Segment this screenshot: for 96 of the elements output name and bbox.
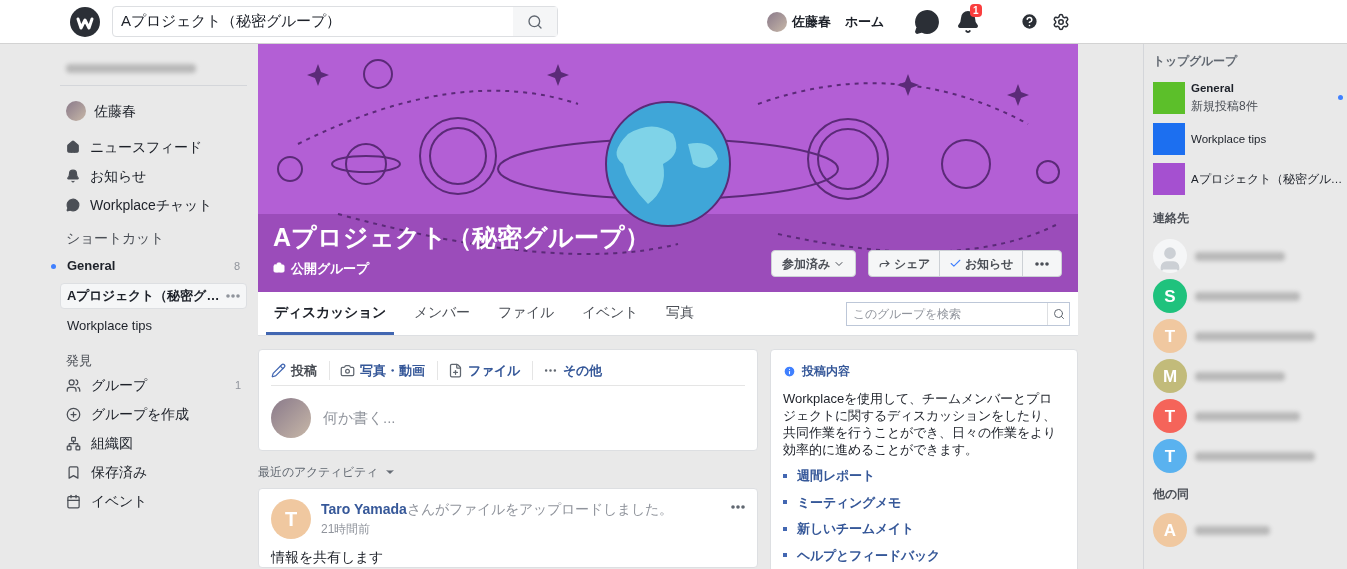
calendar-icon <box>66 494 81 509</box>
file-plus-icon <box>448 363 463 378</box>
composer-tab[interactable]: 写真・動画 <box>340 360 438 381</box>
info-icon <box>783 364 796 378</box>
count: 1 <box>234 378 242 394</box>
count: 8 <box>233 258 240 274</box>
search-field[interactable]: Aプロジェクト（秘密グループ） <box>112 6 558 37</box>
group-name: Workplace tips <box>1191 131 1267 147</box>
logo-icon[interactable] <box>70 6 100 37</box>
group-tab[interactable]: ファイル <box>490 292 562 335</box>
post-time: 21時間前 <box>321 521 372 538</box>
top-group-item[interactable]: General 新規投稿8件 <box>1153 80 1347 116</box>
post-action-text: さんがファイルをアップロードしました。 <box>406 501 673 517</box>
search-button[interactable] <box>513 7 557 36</box>
composer-tab[interactable]: 投稿 <box>271 360 330 381</box>
composer-tab[interactable]: ファイル <box>448 360 533 381</box>
group-tab[interactable]: メンバー <box>406 292 478 335</box>
sidebar-nav-item[interactable]: イベント <box>60 490 247 513</box>
letter-avatar: S <box>1153 279 1187 314</box>
people-icon <box>66 378 81 393</box>
user-avatar <box>66 101 86 121</box>
author-link[interactable]: Taro Yamada <box>321 501 407 517</box>
group-tab[interactable]: イベント <box>574 292 646 335</box>
chat-bubble-icon[interactable] <box>914 8 940 35</box>
about-link[interactable]: 新しいチームメイト <box>797 519 914 539</box>
profile-link[interactable]: 佐藤春 <box>767 11 831 32</box>
joined-button[interactable]: 参加済み <box>771 250 856 277</box>
section-heading: 他の同 <box>1153 486 1190 504</box>
letter-avatar: T <box>1153 439 1187 474</box>
org-chart-icon <box>66 436 81 451</box>
about-title: 投稿内容 <box>802 363 850 380</box>
bullet-icon <box>783 526 787 531</box>
sidebar-nav-item[interactable]: グループ 1 <box>60 374 247 397</box>
letter-avatar: A <box>1153 513 1187 548</box>
shortcut-item[interactable]: General 8 <box>60 253 247 279</box>
bell-icon <box>66 169 80 183</box>
house-icon <box>66 140 80 154</box>
home-link[interactable]: ホーム <box>845 11 884 32</box>
settings-icon[interactable] <box>1052 12 1070 31</box>
ellipsis-icon <box>1035 261 1049 266</box>
camera-icon <box>340 363 355 378</box>
group-title: Aプロジェクト（秘密グループ） <box>273 222 651 253</box>
search-icon[interactable] <box>1052 307 1065 320</box>
bookmark-icon <box>66 465 81 480</box>
plus-circle-icon <box>66 407 81 422</box>
user-avatar <box>767 11 787 32</box>
chat-bubble-icon <box>66 198 80 212</box>
person-silhouette-avatar <box>1153 239 1187 274</box>
letter-avatar: M <box>1153 359 1187 394</box>
sidebar-nav-item[interactable]: グループを作成 <box>60 403 247 426</box>
post-body: 情報を共有します <box>271 548 384 567</box>
pencil-icon <box>271 363 286 378</box>
about-link[interactable]: ミーティングメモ <box>797 492 901 512</box>
top-group-item[interactable]: Aプロジェクト（秘密グル… <box>1153 163 1347 196</box>
briefcase-icon <box>273 262 285 275</box>
check-icon <box>949 257 962 270</box>
composer-tab[interactable]: その他 <box>543 360 614 381</box>
bullet-icon <box>783 473 787 478</box>
about-link[interactable]: ヘルプとフィードバック <box>797 545 940 565</box>
shortcut-item[interactable]: Aプロジェクト（秘密グ… <box>60 283 247 309</box>
shortcut-item[interactable]: Workplace tips <box>60 313 247 339</box>
notification-badge: 1 <box>970 3 982 17</box>
section-heading: 連絡先 <box>1153 210 1190 228</box>
letter-avatar: T <box>271 499 311 539</box>
section-heading: ショートカット <box>65 229 165 248</box>
sidebar-nav-item[interactable]: 組織図 <box>60 432 247 455</box>
activity-filter[interactable]: 最近のアクティビティ <box>258 463 378 481</box>
group-name: General <box>1191 81 1234 96</box>
section-heading: 発見 <box>65 352 93 370</box>
help-icon[interactable] <box>1020 12 1039 31</box>
letter-avatar: T <box>1153 399 1187 434</box>
search-icon <box>527 13 543 30</box>
section-heading: トップグループ <box>1153 53 1239 70</box>
share-arrow-icon <box>878 257 891 270</box>
sidebar-nav-item[interactable]: Workplaceチャット <box>60 194 247 216</box>
group-name: Aプロジェクト（秘密グル… <box>1191 171 1343 187</box>
more-icon[interactable] <box>731 505 745 509</box>
about-link[interactable]: 週間レポート <box>797 466 875 486</box>
bullet-icon <box>783 500 787 505</box>
user-name: 佐藤春 <box>792 12 831 31</box>
letter-avatar: T <box>1153 319 1187 354</box>
group-tab[interactable]: ディスカッション <box>266 292 394 335</box>
group-privacy: 公開グループ <box>291 259 369 278</box>
share-button[interactable]: シェア <box>869 251 940 276</box>
sidebar-nav-item[interactable]: お知らせ <box>60 165 247 187</box>
group-tab[interactable]: 写真 <box>658 292 702 335</box>
about-description: Workplaceを使用して、チームメンバーとプロジェクトに関するディスカッションをしたり、共同作業を行うことができ、日々の作業をより効率的に進めることができます。 <box>783 390 1057 458</box>
group-subtitle: 新規投稿8件 <box>1191 98 1259 116</box>
sidebar-nav-item[interactable]: 保存済み <box>60 461 247 484</box>
top-group-item[interactable]: Workplace tips <box>1153 123 1347 156</box>
sidebar-nav-item[interactable]: ニュースフィード <box>60 136 247 158</box>
sidebar-user-name[interactable]: 佐藤春 <box>94 100 136 122</box>
notifications-button[interactable]: お知らせ <box>940 251 1023 276</box>
more-icon[interactable] <box>226 294 240 298</box>
bullet-icon <box>783 553 787 558</box>
user-avatar <box>271 398 311 438</box>
